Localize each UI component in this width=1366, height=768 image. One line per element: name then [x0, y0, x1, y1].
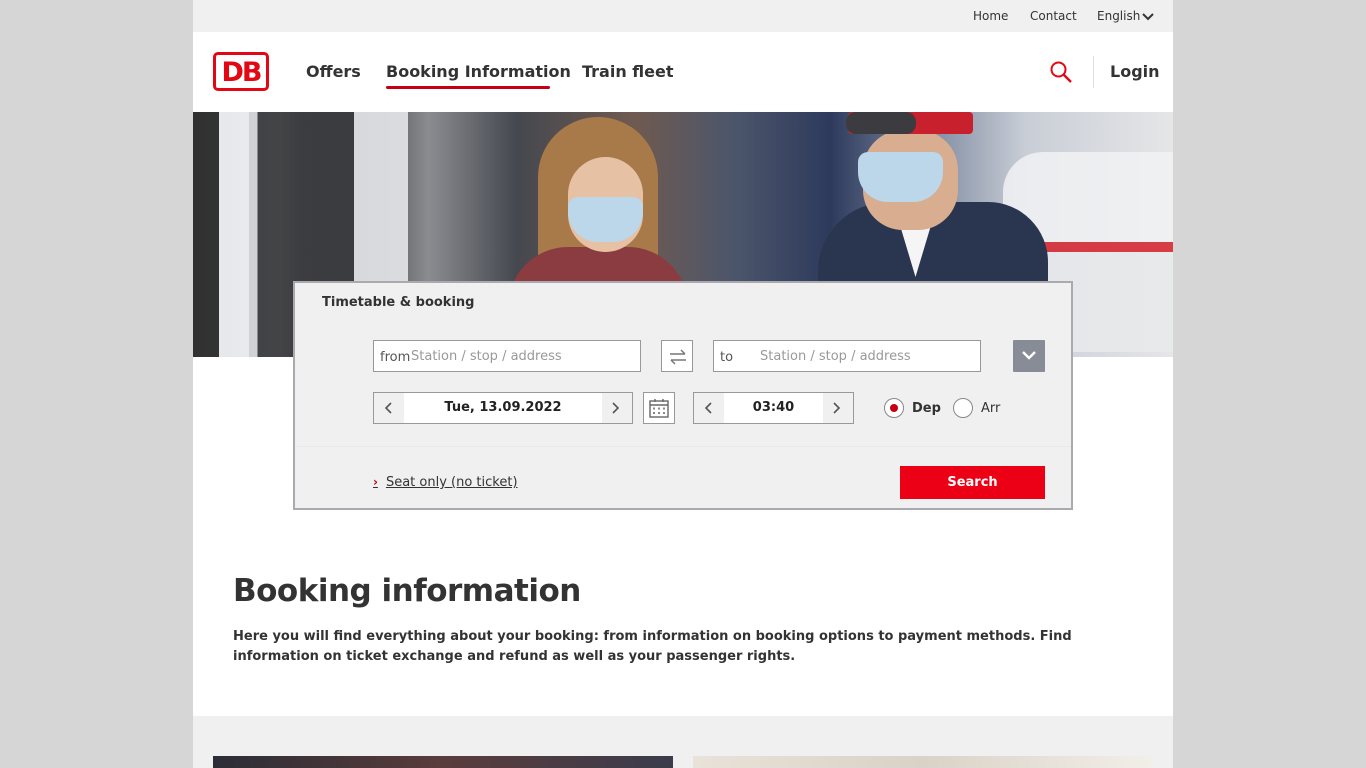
next-day-button[interactable] [602, 393, 632, 423]
calendar-button[interactable] [643, 392, 675, 424]
db-logo[interactable]: DB [213, 52, 269, 91]
active-nav-indicator [386, 86, 550, 89]
intro-text: Here you will find everything about your… [233, 629, 1072, 664]
to-input[interactable] [760, 342, 975, 370]
teaser-image-left[interactable] [213, 756, 673, 768]
earlier-time-button[interactable] [694, 393, 724, 423]
page-title: Booking information [233, 573, 581, 609]
selected-dot [890, 404, 898, 412]
swap-stations-button[interactable] [661, 340, 693, 372]
nav-train-fleet[interactable]: Train fleet [582, 62, 674, 81]
chevron-down-icon [1142, 13, 1155, 21]
chevron-down-icon [1022, 351, 1036, 360]
home-link[interactable]: Home [973, 9, 1008, 23]
seat-only-link[interactable]: › Seat only (no ticket) [373, 475, 518, 490]
date-value[interactable]: Tue, 13.09.2022 [404, 400, 602, 415]
nav-booking-information[interactable]: Booking Information [386, 62, 571, 81]
logo-text: DB [221, 57, 263, 88]
widget-divider [295, 446, 1071, 447]
to-field[interactable]: to [713, 340, 981, 372]
widget-title: Timetable & booking [322, 295, 475, 310]
login-link[interactable]: Login [1110, 62, 1160, 81]
previous-day-button[interactable] [374, 393, 404, 423]
from-field[interactable]: from [373, 340, 641, 372]
search-connections-button[interactable]: Search [900, 466, 1045, 499]
contact-link[interactable]: Contact [1030, 9, 1077, 23]
language-selector[interactable]: English [1097, 9, 1155, 23]
chevron-left-icon [704, 402, 712, 414]
arrival-radio-circle[interactable] [953, 398, 973, 418]
expand-options-button[interactable] [1013, 340, 1045, 372]
departure-label: Dep [912, 401, 941, 416]
teaser-image-right[interactable] [693, 756, 1153, 768]
language-label: English [1097, 9, 1141, 23]
departure-radio-circle[interactable] [884, 398, 904, 418]
seat-only-label: Seat only (no ticket) [385, 475, 518, 490]
time-value[interactable]: 03:40 [724, 400, 823, 415]
time-stepper: 03:40 [693, 392, 854, 424]
search-button[interactable] [1049, 60, 1073, 84]
nav-offers[interactable]: Offers [306, 62, 361, 81]
utility-bar: Home Contact English [193, 0, 1173, 32]
swap-icon [670, 349, 686, 365]
page: Home Contact English DB Offers Booking I… [193, 0, 1173, 768]
from-input[interactable] [411, 342, 636, 370]
chevron-right-small-icon: › [373, 475, 378, 489]
main-header: DB Offers Booking Information Train flee… [193, 32, 1173, 112]
arrival-label: Arr [981, 401, 1001, 416]
date-stepper: Tue, 13.09.2022 [373, 392, 633, 424]
search-icon [1050, 61, 1072, 83]
header-divider [1093, 56, 1094, 88]
later-time-button[interactable] [823, 393, 853, 423]
calendar-icon [649, 399, 669, 418]
booking-widget: Timetable & booking from to Tue, 13.09.2… [293, 281, 1073, 510]
from-prefix: from [380, 350, 411, 365]
chevron-right-icon [833, 402, 841, 414]
to-prefix: to [720, 350, 734, 365]
chevron-right-icon [612, 402, 620, 414]
chevron-left-icon [384, 402, 392, 414]
